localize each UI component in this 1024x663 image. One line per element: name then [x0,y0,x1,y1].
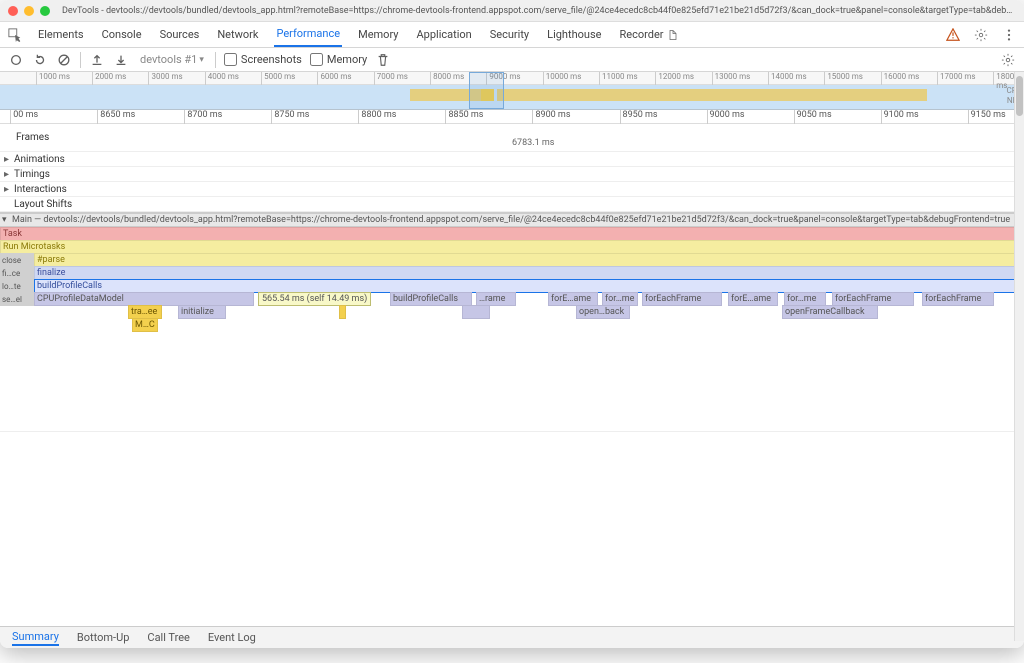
upload-icon[interactable] [89,52,105,68]
vertical-scrollbar[interactable] [1014,72,1024,641]
tab-summary[interactable]: Summary [12,630,59,646]
titlebar: DevTools - devtools://devtools/bundled/d… [0,0,1024,22]
clear-icon[interactable] [56,52,72,68]
flame-side-fi: fi…ce [0,266,34,280]
details-tabs: Summary Bottom-Up Call Tree Event Log [0,626,1024,648]
tab-event-log[interactable]: Event Log [208,631,256,644]
settings-icon[interactable] [974,28,988,42]
tab-performance[interactable]: Performance [274,22,342,47]
flame-side-se: se…el [0,292,34,306]
flame-for2[interactable]: forE…ame [548,292,598,306]
flame-build-profile-calls[interactable]: buildProfileCalls [34,279,1024,293]
overview-cpu-lane [0,86,1024,108]
track-layout-shifts[interactable]: Layout Shifts [0,197,1024,212]
flame-parse[interactable]: #parse [34,253,1024,267]
chevron-right-icon: ▸ [4,154,12,165]
tab-lighthouse[interactable]: Lighthouse [545,22,603,47]
tab-security[interactable]: Security [488,22,531,47]
tab-console[interactable]: Console [100,22,144,47]
reload-icon[interactable] [32,52,48,68]
tab-elements[interactable]: Elements [36,22,86,47]
tab-network[interactable]: Network [215,22,260,47]
flame-for8[interactable]: forEachFrame [922,292,994,306]
screenshots-checkbox[interactable]: Screenshots [224,53,302,66]
track-animations[interactable]: ▸Animations [0,152,1024,167]
flame-for5[interactable]: forE…ame [728,292,778,306]
close-icon[interactable] [8,6,18,16]
profile-selector[interactable]: devtools #1 ▾ [137,51,207,68]
minimize-icon[interactable] [24,6,34,16]
chevron-right-icon: ▸ [4,184,12,195]
tab-recorder[interactable]: Recorder [617,22,680,47]
tab-sources[interactable]: Sources [158,22,202,47]
frame-duration: 6783.1 ms [512,138,554,148]
flame-run-microtasks[interactable]: Run Microtasks [0,240,1024,254]
overview-timeline[interactable]: 1000 ms 2000 ms 3000 ms 4000 ms 5000 ms … [0,72,1024,110]
tab-call-tree[interactable]: Call Tree [147,631,189,644]
main-thread-header[interactable]: ▾ Main — devtools://devtools/bundled/dev… [0,213,1024,227]
detail-ruler[interactable]: 00 ms 8650 ms 8700 ms 8750 ms 8800 ms 88… [0,110,1024,124]
flame-for6[interactable]: for…me [784,292,826,306]
flame-initialize[interactable]: initialize [178,305,226,319]
download-icon[interactable] [113,52,129,68]
flame-finalize[interactable]: finalize [34,266,1024,280]
chevron-down-icon: ▾ [2,215,12,225]
overview-ruler: 1000 ms 2000 ms 3000 ms 4000 ms 5000 ms … [0,72,1024,85]
flame-side-lo: lo…te [0,279,34,293]
flame-mc[interactable]: M…C [132,318,158,332]
issues-icon[interactable] [946,28,960,42]
maximize-icon[interactable] [40,6,50,16]
flame-for7[interactable]: forEachFrame [832,292,914,306]
scrollbar-thumb[interactable] [1016,76,1023,116]
track-timings[interactable]: ▸Timings [0,167,1024,182]
track-headers: Frames 6783.1 ms ▸Animations ▸Timings ▸I… [0,124,1024,213]
flame-cpuprofile[interactable]: CPUProfileDataModel [34,292,254,306]
flame-openframe[interactable]: openFrameCallback [782,305,878,319]
panel-settings-icon[interactable] [1000,52,1016,68]
memory-checkbox[interactable]: Memory [310,53,367,66]
flame-for4[interactable]: forEachFrame [642,292,722,306]
track-frames[interactable]: Frames 6783.1 ms [0,124,1024,152]
chevron-right-icon: ▸ [4,169,12,180]
flame-side-close: close [0,253,34,267]
tab-memory[interactable]: Memory [356,22,400,47]
overview-selection[interactable] [469,72,504,109]
trash-icon[interactable] [375,52,391,68]
inspect-icon[interactable] [8,28,22,42]
flame-small-2[interactable] [462,305,490,319]
flame-open[interactable]: open…back [576,305,630,319]
flame-for1[interactable]: …rame [476,292,516,306]
tab-bottom-up[interactable]: Bottom-Up [77,631,130,644]
flame-small-1[interactable] [339,305,346,319]
profile-selector-label: devtools #1 [140,53,197,66]
panel-tabs: Elements Console Sources Network Perform… [0,22,1024,48]
devtools-window: DevTools - devtools://devtools/bundled/d… [0,0,1024,648]
chevron-down-icon: ▾ [199,55,204,65]
more-icon[interactable] [1002,28,1016,42]
track-interactions[interactable]: ▸Interactions [0,182,1024,197]
window-title: DevTools - devtools://devtools/bundled/d… [62,6,1016,16]
tab-application[interactable]: Application [414,22,473,47]
flame-tra[interactable]: tra…ee [128,305,162,319]
flame-tail [0,332,1024,432]
performance-toolbar: devtools #1 ▾ Screenshots Memory [0,48,1024,72]
flame-build2[interactable]: buildProfileCalls [390,292,472,306]
flame-for3[interactable]: for…me [602,292,638,306]
flame-tooltip: 565.54 ms (self 14.49 ms) [258,292,371,306]
record-icon[interactable] [8,52,24,68]
flame-chart[interactable]: Task Run Microtasks close #parse fi…ce f… [0,227,1024,432]
flame-task[interactable]: Task [0,227,1024,241]
